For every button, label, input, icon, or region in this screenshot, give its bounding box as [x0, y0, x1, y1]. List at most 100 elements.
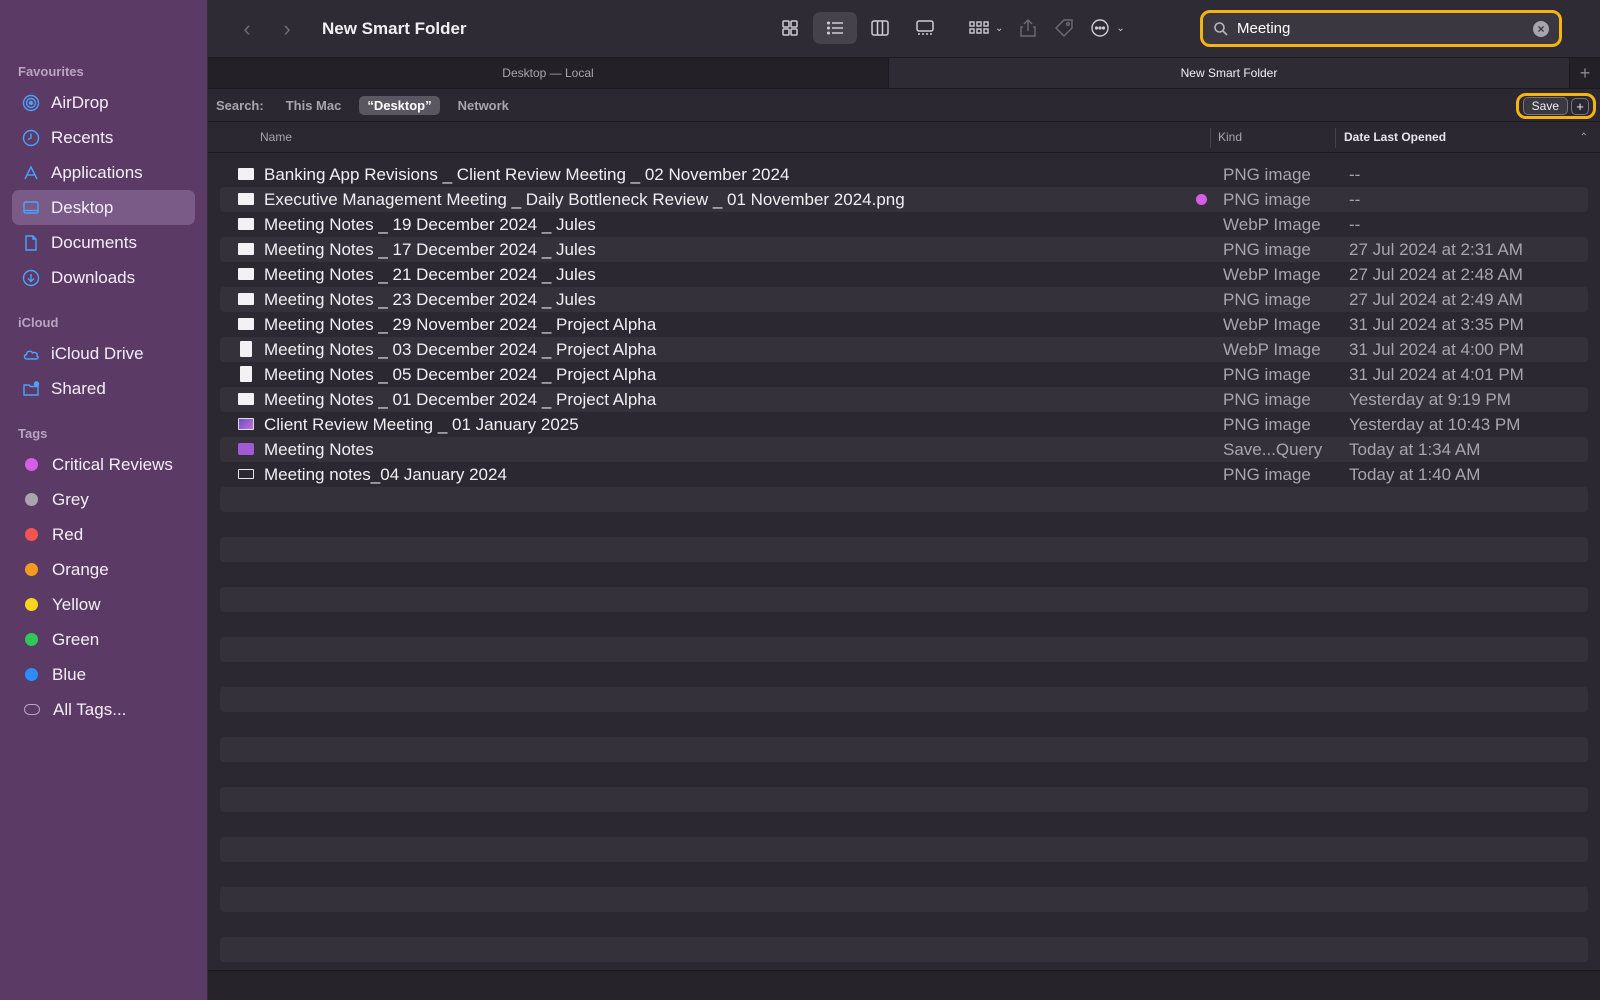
file-name: Banking App Revisions _ Client Review Me… — [264, 164, 790, 184]
file-kind: WebP Image — [1223, 314, 1321, 334]
back-button[interactable]: ‹ — [234, 16, 260, 42]
sidebar-item-label: Recents — [51, 127, 114, 147]
column-date-header[interactable]: Date Last Opened — [1344, 130, 1446, 144]
gallery-icon — [916, 20, 934, 35]
sidebar-item-green[interactable]: Green — [12, 622, 195, 657]
forward-button[interactable]: › — [274, 16, 300, 42]
file-date-last-opened: 27 Jul 2024 at 2:48 AM — [1349, 264, 1523, 284]
sidebar-item-label: Downloads — [51, 267, 136, 287]
list-view-button[interactable] — [813, 12, 857, 44]
all-tags-icon — [24, 704, 40, 715]
column-separator[interactable] — [1335, 128, 1336, 148]
empty-row — [220, 637, 1588, 662]
file-date-last-opened: Yesterday at 10:43 PM — [1349, 414, 1521, 434]
column-view-button[interactable] — [858, 12, 902, 44]
file-row[interactable]: Meeting Notes Save...Query Today at 1:34 A… — [220, 437, 1588, 462]
photo-icon — [238, 418, 254, 430]
file-name: Meeting Notes — [264, 439, 374, 459]
file-kind: WebP Image — [1223, 264, 1321, 284]
file-row[interactable]: Meeting notes_04 January 2024 PNG image To… — [220, 462, 1588, 487]
file-kind: PNG image — [1223, 239, 1311, 259]
search-input[interactable] — [1237, 20, 1533, 37]
sidebar-item-label: Blue — [52, 664, 87, 684]
tab-bar: Desktop — Local New Smart Folder + — [208, 57, 1600, 89]
empty-row — [220, 662, 1588, 687]
sidebar-item-label: Documents — [51, 232, 137, 252]
tab-new-smart-folder[interactable]: New Smart Folder — [889, 58, 1570, 88]
empty-row — [220, 587, 1588, 612]
sidebar-item-documents[interactable]: Documents — [12, 225, 195, 260]
file-row[interactable]: Meeting Notes _ 17 December 2024 _ Jules… — [220, 237, 1588, 262]
file-name: Meeting Notes _ 23 December 2024 _ Jules — [264, 289, 596, 309]
image-icon — [238, 193, 254, 205]
file-row[interactable]: Meeting Notes _ 03 December 2024 _ Proje… — [220, 337, 1588, 362]
tag-button[interactable] — [1053, 12, 1075, 44]
sidebar-item-all-tags[interactable]: All Tags... — [12, 692, 195, 727]
file-row[interactable]: Meeting Notes _ 29 November 2024 _ Proje… — [220, 312, 1588, 337]
icon-view-button[interactable] — [768, 12, 812, 44]
clear-search-icon[interactable]: × — [1533, 20, 1549, 37]
sidebar-item-applications[interactable]: Applications — [12, 155, 195, 190]
sidebar-item-shared[interactable]: Shared — [12, 371, 195, 406]
column-kind-header[interactable]: Kind — [1218, 130, 1242, 144]
new-tab-button[interactable]: + — [1570, 58, 1600, 88]
sidebar-item-grey[interactable]: Grey — [12, 482, 195, 517]
file-date-last-opened: Yesterday at 9:19 PM — [1349, 389, 1511, 409]
sidebar-item-label: Shared — [51, 378, 106, 398]
image-icon — [238, 393, 254, 405]
file-name: Meeting Notes _ 01 December 2024 _ Proje… — [264, 389, 657, 409]
sidebar-item-yellow[interactable]: Yellow — [12, 587, 195, 622]
outline-image-icon — [238, 469, 254, 479]
scope-network[interactable]: Network — [450, 96, 517, 115]
sidebar-item-red[interactable]: Red — [12, 517, 195, 552]
sidebar-item-label: iCloud Drive — [51, 343, 144, 363]
file-row[interactable]: Meeting Notes _ 21 December 2024 _ Jules… — [220, 262, 1588, 287]
add-criteria-button[interactable]: + — [1571, 97, 1589, 115]
desktop-icon — [22, 199, 40, 217]
file-row[interactable]: Banking App Revisions _ Client Review Me… — [220, 162, 1588, 187]
file-row[interactable]: Meeting Notes _ 05 December 2024 _ Proje… — [220, 362, 1588, 387]
share-button[interactable] — [1017, 12, 1039, 44]
sidebar-item-desktop[interactable]: Desktop — [12, 190, 195, 225]
sidebar-item-downloads[interactable]: Downloads — [12, 260, 195, 295]
empty-row — [220, 512, 1588, 537]
search-field[interactable]: × — [1200, 10, 1562, 47]
empty-row — [220, 537, 1588, 562]
file-row[interactable]: Executive Management Meeting _ Daily Bot… — [220, 187, 1588, 212]
sidebar-item-airdrop[interactable]: AirDrop — [12, 85, 195, 120]
file-row[interactable]: Meeting Notes _ 01 December 2024 _ Proje… — [220, 387, 1588, 412]
scope-desktop[interactable]: “Desktop” — [359, 95, 440, 115]
file-row[interactable]: Meeting Notes _ 23 December 2024 _ Jules… — [220, 287, 1588, 312]
document-icon — [22, 234, 40, 252]
tab-desktop-local[interactable]: Desktop — Local — [208, 58, 889, 88]
gallery-view-button[interactable] — [903, 12, 947, 44]
view-switcher — [768, 12, 948, 44]
sidebar-item-critical-reviews[interactable]: Critical Reviews — [12, 447, 195, 482]
file-name: Meeting Notes _ 05 December 2024 _ Proje… — [264, 364, 657, 384]
chevron-down-icon: ⌄ — [1116, 22, 1125, 34]
column-separator[interactable] — [1210, 128, 1211, 148]
chevron-down-icon: ⌄ — [995, 22, 1004, 34]
file-date-last-opened: 31 Jul 2024 at 3:35 PM — [1349, 314, 1524, 334]
sidebar-item-label: AirDrop — [51, 92, 109, 112]
file-row[interactable]: Meeting Notes _ 19 December 2024 _ Jules… — [220, 212, 1588, 237]
applications-icon — [22, 164, 40, 182]
file-row[interactable]: Client Review Meeting _ 01 January 2025 P… — [220, 412, 1588, 437]
sidebar-item-label: Orange — [52, 559, 109, 579]
empty-row — [220, 562, 1588, 587]
scope-this-mac[interactable]: This Mac — [278, 96, 350, 115]
sidebar-item-blue[interactable]: Blue — [12, 657, 195, 692]
empty-row — [220, 912, 1588, 937]
empty-row — [220, 762, 1588, 787]
sidebar-item-orange[interactable]: Orange — [12, 552, 195, 587]
sidebar-item-icloud-drive[interactable]: iCloud Drive — [12, 336, 195, 371]
sidebar-item-label: Applications — [51, 162, 143, 182]
column-name-header[interactable]: Name — [260, 130, 292, 144]
save-button[interactable]: Save — [1522, 97, 1568, 115]
file-kind: PNG image — [1223, 289, 1311, 309]
file-date-last-opened: -- — [1349, 164, 1361, 184]
action-menu-button[interactable]: ⌄ — [1089, 12, 1125, 44]
sidebar-item-recents[interactable]: Recents — [12, 120, 195, 155]
file-name: Meeting Notes _ 19 December 2024 _ Jules — [264, 214, 596, 234]
group-by-button[interactable]: ⌄ — [968, 12, 1003, 44]
